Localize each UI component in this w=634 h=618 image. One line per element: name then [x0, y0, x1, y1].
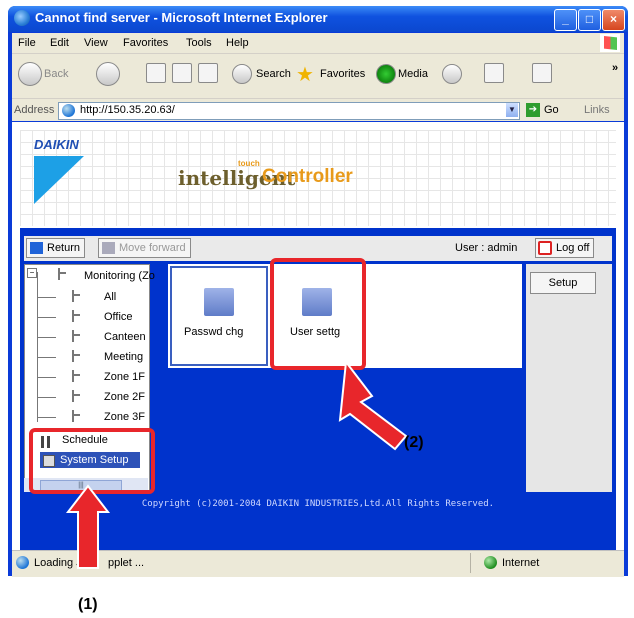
- annotation-label-1: (1): [78, 596, 98, 613]
- annotation-label-2: (2): [404, 434, 424, 451]
- annotation-arrows: [65, 359, 408, 569]
- arrow-diagonal-icon: [338, 359, 408, 451]
- arrow-up-icon: [65, 484, 111, 569]
